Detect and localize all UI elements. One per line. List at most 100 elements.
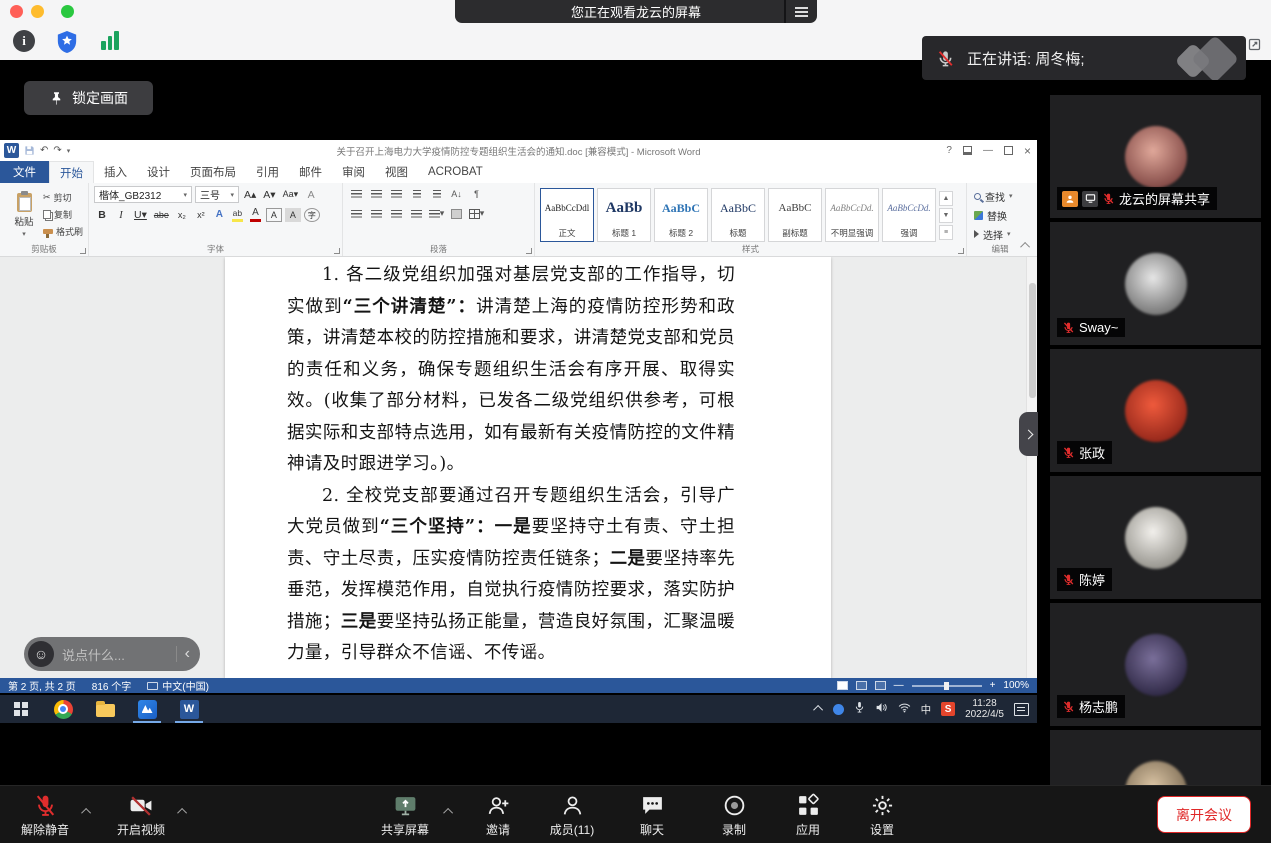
- zoom-slider[interactable]: [912, 685, 982, 687]
- paste-button[interactable]: 粘贴 ▾: [5, 186, 43, 244]
- document-area[interactable]: 1. 各二级党组织加强对基层党支部的工作指导，切实做到“三个讲清楚”：讲清楚上海…: [0, 257, 1037, 678]
- clock[interactable]: 11:28 2022/4/5: [965, 698, 1004, 720]
- save-icon[interactable]: [24, 145, 35, 156]
- word-tab-页面布局[interactable]: 页面布局: [180, 161, 246, 183]
- char-shading-button[interactable]: A: [285, 208, 301, 222]
- justify-icon[interactable]: [408, 206, 425, 221]
- expand-icon[interactable]: [1247, 37, 1263, 53]
- grow-font-button[interactable]: A▴: [242, 187, 258, 203]
- invite-button[interactable]: 邀请: [460, 792, 536, 838]
- word-tab-审阅[interactable]: 审阅: [332, 161, 375, 183]
- document-scrollbar[interactable]: [1026, 257, 1037, 678]
- read-mode-icon[interactable]: [837, 681, 848, 690]
- align-right-icon[interactable]: [388, 206, 405, 221]
- increase-indent-icon[interactable]: [428, 186, 445, 201]
- info-icon[interactable]: i: [13, 30, 35, 52]
- start-video-button[interactable]: 开启视频: [103, 792, 179, 838]
- bullets-icon[interactable]: [348, 186, 365, 201]
- word-tab-视图[interactable]: 视图: [375, 161, 418, 183]
- shield-icon[interactable]: [56, 30, 78, 54]
- styles-scroll-up-icon[interactable]: ▲: [939, 191, 953, 206]
- paragraph-dialog-launcher[interactable]: [526, 248, 532, 254]
- numbering-icon[interactable]: [368, 186, 385, 201]
- highlight-button[interactable]: ab: [230, 208, 245, 222]
- file-explorer-taskbar-icon[interactable]: [84, 695, 126, 723]
- word-tab-文件[interactable]: 文件: [0, 161, 49, 183]
- zoom-level[interactable]: 100%: [1003, 680, 1029, 691]
- participant-tile[interactable]: 杨志鹏: [1050, 603, 1261, 726]
- video-options-chevron[interactable]: [180, 802, 187, 820]
- participant-tile[interactable]: 张政: [1050, 349, 1261, 472]
- underline-button[interactable]: U▾: [132, 207, 149, 223]
- participant-tile[interactable]: Sway~: [1050, 222, 1261, 345]
- collapse-ribbon-icon[interactable]: [1023, 241, 1030, 252]
- word-count[interactable]: 816 个字: [92, 678, 131, 693]
- word-logo-icon[interactable]: W: [4, 143, 19, 158]
- style-不明显强调[interactable]: AaBbCcDd.不明显强调: [825, 188, 879, 242]
- sort-icon[interactable]: A↓: [448, 186, 465, 201]
- zoom-slider-thumb[interactable]: [944, 682, 949, 690]
- copy-button[interactable]: 复制: [43, 208, 83, 221]
- word-taskbar-icon[interactable]: W: [168, 695, 210, 723]
- tray-chevron-icon[interactable]: [816, 703, 823, 715]
- zoom-window-button[interactable]: [61, 5, 74, 18]
- sogou-ime-icon[interactable]: S: [941, 702, 955, 716]
- scrollbar-thumb[interactable]: [1029, 283, 1036, 398]
- chrome-taskbar-icon[interactable]: [42, 695, 84, 723]
- format-painter-button[interactable]: 格式刷: [43, 225, 83, 238]
- page-indicator[interactable]: 第 2 页, 共 2 页: [8, 678, 76, 693]
- print-layout-icon[interactable]: [856, 681, 867, 690]
- word-tab-开始[interactable]: 开始: [49, 161, 94, 183]
- font-family-select[interactable]: 楷体_GB2312▾: [94, 186, 192, 203]
- restore-icon[interactable]: [1004, 146, 1013, 155]
- ribbon-options-icon[interactable]: [963, 146, 972, 155]
- bold-button[interactable]: B: [94, 207, 110, 223]
- members-button[interactable]: 成员(11): [534, 792, 610, 838]
- word-tab-邮件[interactable]: 邮件: [289, 161, 332, 183]
- audio-options-chevron[interactable]: [84, 802, 91, 820]
- word-tab-引用[interactable]: 引用: [246, 161, 289, 183]
- banner-menu-icon[interactable]: [784, 0, 817, 23]
- stats-icon[interactable]: [101, 30, 119, 50]
- tray-network-icon[interactable]: [898, 702, 911, 716]
- italic-button[interactable]: I: [113, 207, 129, 223]
- styles-dialog-launcher[interactable]: [958, 248, 964, 254]
- tray-mic-icon[interactable]: [854, 701, 865, 717]
- find-button[interactable]: 查找▾: [974, 189, 1028, 204]
- style-强调[interactable]: AaBbCcDd.强调: [882, 188, 936, 242]
- strikethrough-button[interactable]: abe: [152, 207, 171, 223]
- zoom-out-icon[interactable]: —: [894, 680, 904, 691]
- style-标题 2[interactable]: AaBbC标题 2: [654, 188, 708, 242]
- pilcrow-icon[interactable]: ¶: [468, 186, 485, 201]
- undo-icon[interactable]: ↶: [40, 145, 48, 156]
- meeting-app-taskbar-icon[interactable]: [126, 695, 168, 723]
- align-left-icon[interactable]: [348, 206, 365, 221]
- emoji-icon[interactable]: ☺: [28, 641, 54, 667]
- style-标题 1[interactable]: AaBb标题 1: [597, 188, 651, 242]
- tray-app-icon[interactable]: [833, 704, 844, 715]
- tray-speaker-icon[interactable]: [875, 702, 888, 716]
- apps-button[interactable]: 应用: [770, 792, 846, 838]
- qat-customize-icon[interactable]: ▾: [67, 147, 71, 155]
- collapse-chat-icon[interactable]: ‹: [185, 646, 190, 662]
- quick-chat-bar[interactable]: ☺ 说点什么... ‹: [24, 637, 200, 671]
- multilevel-list-icon[interactable]: [388, 186, 405, 201]
- cut-button[interactable]: ✂剪切: [43, 191, 83, 204]
- participant-tile[interactable]: 陈婷: [1050, 476, 1261, 599]
- shading-icon[interactable]: [448, 206, 465, 221]
- document-page[interactable]: 1. 各二级党组织加强对基层党支部的工作指导，切实做到“三个讲清楚”：讲清楚上海…: [225, 257, 831, 678]
- word-tab-ACROBAT[interactable]: ACROBAT: [418, 161, 493, 183]
- clear-formatting-button[interactable]: A: [303, 187, 319, 203]
- chat-input-placeholder[interactable]: 说点什么...: [62, 645, 176, 664]
- participant-tile[interactable]: 龙云的屏幕共享: [1050, 95, 1261, 218]
- text-effects-button[interactable]: A: [212, 210, 227, 220]
- styles-scroll-down-icon[interactable]: ▼: [939, 208, 953, 223]
- line-spacing-icon[interactable]: ▾: [428, 206, 445, 221]
- clipboard-dialog-launcher[interactable]: [80, 248, 86, 254]
- action-center-icon[interactable]: [1014, 703, 1029, 716]
- word-tab-设计[interactable]: 设计: [137, 161, 180, 183]
- style-正文[interactable]: AaBbCcDdl正文: [540, 188, 594, 242]
- align-center-icon[interactable]: [368, 206, 385, 221]
- chat-button[interactable]: 聊天: [614, 792, 690, 838]
- close-window-button[interactable]: [10, 5, 23, 18]
